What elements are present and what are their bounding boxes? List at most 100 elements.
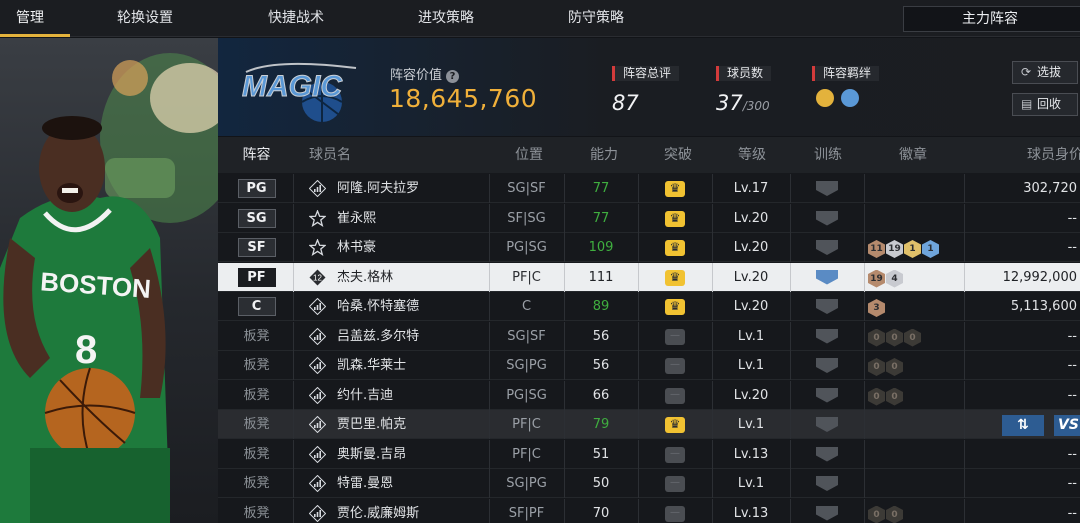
badges-cell[interactable] — [864, 204, 964, 233]
table-row[interactable]: PG 阿隆.阿夫拉罗 SG|SF 77 Lv.17 302,720 — [218, 174, 1080, 203]
training-cell[interactable] — [790, 292, 864, 321]
player-name-cell[interactable]: 哈桑.怀特塞德 — [295, 292, 489, 321]
breakthrough-cell[interactable] — [638, 322, 712, 351]
col-level[interactable]: 等级 — [712, 137, 792, 173]
col-badges[interactable]: 徽章 — [873, 137, 953, 173]
player-name-cell[interactable]: 约什.吉迪 — [295, 381, 489, 410]
badges-cell[interactable]: 19 4 — [864, 263, 964, 292]
lineup-slot[interactable]: 板凳 — [218, 469, 295, 498]
player-name-cell[interactable]: 特雷.曼恩 — [295, 469, 489, 498]
training-cell[interactable] — [790, 263, 864, 292]
col-position[interactable]: 位置 — [489, 137, 569, 173]
col-ability[interactable]: 能力 — [564, 137, 644, 173]
bond-blue-icon[interactable] — [841, 89, 860, 107]
refresh-icon: ⟳ — [1021, 65, 1032, 79]
bars-icon — [309, 327, 326, 345]
lineup-slot[interactable]: 板凳 — [218, 499, 295, 523]
tab-quick-tactics[interactable]: 快捷战术 — [251, 0, 341, 37]
lineup-slot[interactable]: 板凳 — [218, 322, 295, 351]
training-cell[interactable] — [790, 204, 864, 233]
swap-button[interactable]: ⇅ — [1002, 415, 1044, 436]
training-cell[interactable] — [790, 174, 864, 203]
player-ability: 51 — [592, 446, 610, 462]
col-player-value[interactable]: 球员身价 — [1010, 137, 1080, 173]
select-button[interactable]: ⟳ 选拔 — [1012, 61, 1078, 84]
player-level: Lv.17 — [733, 181, 769, 196]
player-name-cell[interactable]: 贾巴里.帕克 — [295, 410, 489, 439]
table-row[interactable]: 板凳 约什.吉迪 PG|SG 66 Lv.20 00 -- — [218, 380, 1080, 410]
player-name-cell[interactable]: 凯森.华莱士 — [295, 351, 489, 380]
badges-cell[interactable]: 000 — [864, 322, 964, 351]
training-cell[interactable] — [790, 351, 864, 380]
tab-manage[interactable]: 管理 — [0, 0, 70, 37]
lineup-slot[interactable]: 板凳 — [218, 351, 295, 380]
lineup-slot[interactable]: PG — [218, 174, 295, 203]
breakthrough-cell[interactable] — [638, 381, 712, 410]
breakthrough-cell[interactable] — [638, 233, 712, 262]
table-row[interactable]: 板凳贾巴里.帕克PF|C79Lv.17 — [218, 410, 1080, 439]
player-name-cell[interactable]: 12 杰夫.格林 — [295, 263, 489, 292]
lineup-slot[interactable]: PF — [218, 263, 295, 292]
training-cell[interactable] — [790, 381, 864, 410]
table-row[interactable]: 板凳 吕盖兹.多尔特 SG|SF 56 Lv.1 000 -- — [218, 321, 1080, 351]
table-row[interactable]: 板凳 贾伦.威廉姆斯 SF|PF 70 Lv.13 00 -- — [218, 498, 1080, 523]
col-training[interactable]: 训练 — [788, 137, 868, 173]
bars-icon — [309, 298, 326, 315]
breakthrough-cell[interactable] — [638, 292, 712, 321]
table-row[interactable]: C 哈桑.怀特塞德 C 89 Lv.20 3 5,113,600 — [218, 292, 1080, 321]
training-cell[interactable] — [790, 499, 864, 523]
lineup-slot[interactable]: 板凳 — [218, 440, 295, 469]
badges-cell[interactable]: 00 — [864, 381, 964, 410]
lineup-slot[interactable]: 板凳 — [218, 381, 295, 410]
training-cell[interactable] — [790, 233, 864, 262]
breakthrough-cell[interactable] — [638, 410, 712, 439]
breakthrough-cell[interactable] — [638, 499, 712, 523]
breakthrough-cell[interactable] — [638, 440, 712, 469]
breakthrough-cell[interactable] — [638, 174, 712, 203]
badges-cell[interactable]: 3 — [864, 292, 964, 321]
vs-button[interactable]: VS — [1054, 415, 1080, 436]
lineup-slot[interactable]: SF — [218, 233, 295, 262]
tab-rotation-settings[interactable]: 轮换设置 — [100, 0, 190, 37]
player-name-cell[interactable]: 林书豪 — [295, 233, 489, 262]
lineup-slot[interactable]: 板凳 — [218, 410, 295, 439]
col-breakthrough[interactable]: 突破 — [638, 137, 718, 173]
table-row[interactable]: SG 崔永熙 SF|SG 77 Lv.20 -- — [218, 203, 1080, 233]
badges-cell[interactable] — [864, 410, 964, 439]
player-name-cell[interactable]: 贾伦.威廉姆斯 — [295, 499, 489, 523]
training-cell[interactable] — [790, 469, 864, 498]
bond-gold-icon[interactable] — [816, 89, 834, 107]
player-count-value: 37/300 — [716, 91, 771, 115]
lineup-slot[interactable]: C — [218, 292, 295, 321]
breakthrough-cell[interactable] — [638, 351, 712, 380]
table-row[interactable]: 板凳 凯森.华莱士 SG|PG 56 Lv.1 00 -- — [218, 351, 1080, 380]
badges-cell[interactable]: 11 19 1 1 — [864, 233, 964, 262]
tab-offense-strategy[interactable]: 进攻策略 — [401, 0, 491, 37]
player-portrait: BOSTON 8 — [0, 38, 218, 523]
breakthrough-cell[interactable] — [638, 263, 712, 292]
player-name-cell[interactable]: 吕盖兹.多尔特 — [295, 322, 489, 351]
badges-cell[interactable] — [864, 469, 964, 498]
table-row[interactable]: 板凳 特雷.曼恩 SG|PG 50 Lv.1 -- — [218, 469, 1080, 498]
team-bond-icons[interactable] — [812, 89, 879, 111]
player-name-cell[interactable]: 崔永熙 — [295, 204, 489, 233]
table-row[interactable]: PF 12 杰夫.格林 PF|C 111 Lv.20 194 12,992,000 — [218, 262, 1080, 292]
help-icon[interactable]: ? — [446, 70, 460, 83]
recycle-button[interactable]: ▤ 回收 — [1012, 93, 1078, 116]
player-name-cell[interactable]: 阿隆.阿夫拉罗 — [295, 174, 489, 203]
training-cell[interactable] — [790, 410, 864, 439]
badges-cell[interactable] — [864, 174, 964, 203]
badges-cell[interactable]: 00 — [864, 499, 964, 523]
table-row[interactable]: 板凳 奥斯曼.吉昂 PF|C 51 Lv.13 -- — [218, 439, 1080, 469]
breakthrough-cell[interactable] — [638, 469, 712, 498]
lineup-dropdown[interactable]: 主力阵容 — [903, 6, 1080, 32]
badges-cell[interactable] — [864, 440, 964, 469]
training-cell[interactable] — [790, 322, 864, 351]
lineup-slot[interactable]: SG — [218, 204, 295, 233]
badges-cell[interactable]: 00 — [864, 351, 964, 380]
training-cell[interactable] — [790, 440, 864, 469]
table-row[interactable]: SF林书豪PG|SG109Lv.20111911-- — [218, 233, 1080, 262]
player-name-cell[interactable]: 奥斯曼.吉昂 — [295, 440, 489, 469]
tab-defense-strategy[interactable]: 防守策略 — [551, 0, 641, 37]
breakthrough-cell[interactable] — [638, 204, 712, 233]
